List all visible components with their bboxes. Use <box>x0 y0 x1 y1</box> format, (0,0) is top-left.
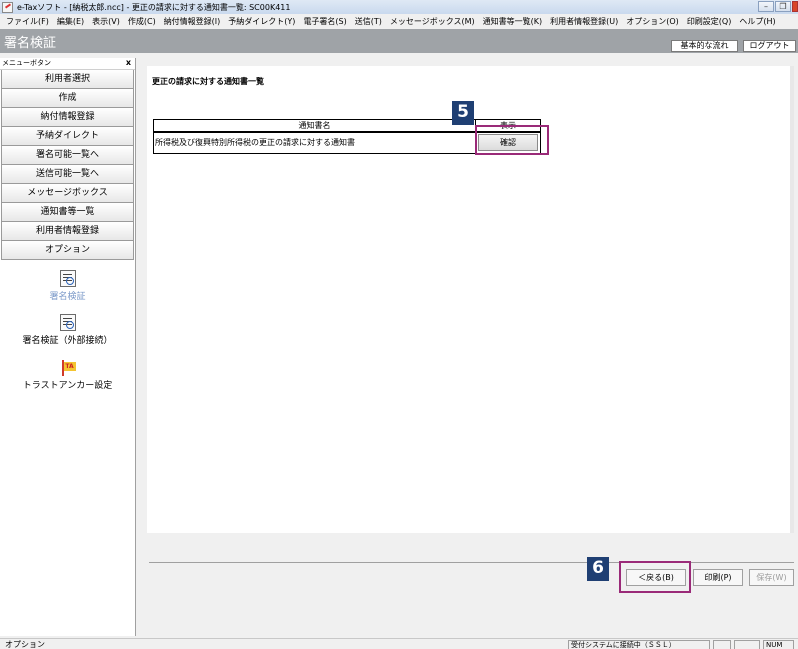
screen-title: 署名検証 <box>4 36 57 51</box>
ta-flag-text: TA <box>63 362 76 371</box>
screen-band: 署名検証 基本的な流れ ログアウト <box>0 29 798 53</box>
tool-signature-verify-label: 署名検証 <box>49 292 86 302</box>
page-title: 更正の請求に対する通知書一覧 <box>152 77 264 86</box>
logout-button[interactable]: ログアウト <box>743 40 796 52</box>
menu-options[interactable]: オプション(O) <box>626 16 679 27</box>
divider <box>149 562 794 563</box>
column-header-name: 通知書名 <box>153 119 476 133</box>
num-lock-indicator: NUM <box>763 640 794 649</box>
menu-prepay-direct[interactable]: 予納ダイレクト(Y) <box>228 16 295 27</box>
callout-number-5: 5 <box>452 101 474 125</box>
status-text: オプション <box>5 640 45 649</box>
print-button[interactable]: 印刷(P) <box>693 569 743 586</box>
etax-app-icon <box>2 1 13 13</box>
basic-flow-button[interactable]: 基本的な流れ <box>671 40 738 52</box>
sidebar-header-label: メニューボタン <box>2 59 51 67</box>
nav-notices[interactable]: 通知書等一覧 <box>1 203 134 222</box>
sidebar-header: メニューボタン x <box>0 58 135 70</box>
nav-options[interactable]: オプション <box>1 241 134 260</box>
menu-view[interactable]: 表示(V) <box>92 16 120 27</box>
save-button[interactable]: 保存(W) <box>749 569 794 586</box>
nav-select-user[interactable]: 利用者選択 <box>1 70 134 89</box>
notice-name-cell: 所得税及び復興特別所得税の更正の請求に対する通知書 <box>153 131 476 154</box>
menu-edit[interactable]: 編集(E) <box>57 16 84 27</box>
menu-sidebar: メニューボタン x 利用者選択 作成 納付情報登録 予納ダイレクト 署名可能一覧… <box>0 58 136 636</box>
main-panel: 更正の請求に対する通知書一覧 通知書名 表示 所得税及び復興特別所得税の更正の請… <box>147 66 794 533</box>
trust-anchor-flag-icon: TA <box>60 360 76 376</box>
nav-signable-list[interactable]: 署名可能一覧へ <box>1 146 134 165</box>
menu-help[interactable]: ヘルプ(H) <box>739 16 775 27</box>
nav-user-info[interactable]: 利用者情報登録 <box>1 222 134 241</box>
title-bar: e-Taxソフト - [納税太郎.ncc] - 更正の請求に対する通知書一覧: … <box>0 0 798 14</box>
nav-prepay-direct[interactable]: 予納ダイレクト <box>1 127 134 146</box>
menu-send[interactable]: 送信(T) <box>355 16 382 27</box>
menu-bar: ファイル(F) 編集(E) 表示(V) 作成(C) 納付情報登録(I) 予納ダイ… <box>0 14 798 29</box>
nav-payment-info[interactable]: 納付情報登録 <box>1 108 134 127</box>
callout-number-6: 6 <box>587 557 609 581</box>
minimize-button[interactable]: – <box>758 1 774 12</box>
close-button[interactable] <box>792 1 798 12</box>
signature-verify-icon <box>59 270 76 287</box>
sidebar-close-button[interactable]: x <box>126 58 131 67</box>
restore-button[interactable]: ❐ <box>775 1 791 12</box>
vertical-scrollbar[interactable] <box>790 66 794 533</box>
tool-signature-verify-external-label: 署名検証（外部接続） <box>22 336 113 346</box>
tool-trust-anchor-label: トラストアンカー設定 <box>22 381 113 391</box>
callout-box-back <box>619 561 691 593</box>
tool-signature-verify-external[interactable]: 署名検証（外部接続） <box>0 314 135 346</box>
window-title: e-Taxソフト - [納税太郎.ncc] - 更正の請求に対する通知書一覧: … <box>17 2 291 12</box>
signature-verify-external-icon <box>59 314 76 331</box>
status-bar: オプション 受付システムに接続中（ＳＳＬ） NUM <box>0 638 798 649</box>
window-controls: – ❐ <box>757 0 798 13</box>
menu-user-info[interactable]: 利用者情報登録(U) <box>550 16 618 27</box>
menu-file[interactable]: ファイル(F) <box>6 16 49 27</box>
menu-message-box[interactable]: メッセージボックス(M) <box>390 16 475 27</box>
nav-sendable-list[interactable]: 送信可能一覧へ <box>1 165 134 184</box>
tool-trust-anchor[interactable]: TA トラストアンカー設定 <box>0 360 135 391</box>
tool-signature-verify[interactable]: 署名検証 <box>0 270 135 302</box>
menu-notices[interactable]: 通知書等一覧(K) <box>483 16 543 27</box>
menu-signature[interactable]: 電子署名(S) <box>303 16 346 27</box>
nav-create[interactable]: 作成 <box>1 89 134 108</box>
action-panel: ＜戻る(B) 印刷(P) 保存(W) <box>147 536 794 636</box>
callout-box-confirm <box>475 125 549 155</box>
nav-message-box[interactable]: メッセージボックス <box>1 184 134 203</box>
menu-create[interactable]: 作成(C) <box>128 16 156 27</box>
menu-print-settings[interactable]: 印刷設定(Q) <box>687 16 732 27</box>
status-cell-empty-2 <box>734 640 760 649</box>
status-cell-empty-1 <box>713 640 731 649</box>
connection-status: 受付システムに接続中（ＳＳＬ） <box>568 640 710 649</box>
menu-payment-info[interactable]: 納付情報登録(I) <box>164 16 221 27</box>
